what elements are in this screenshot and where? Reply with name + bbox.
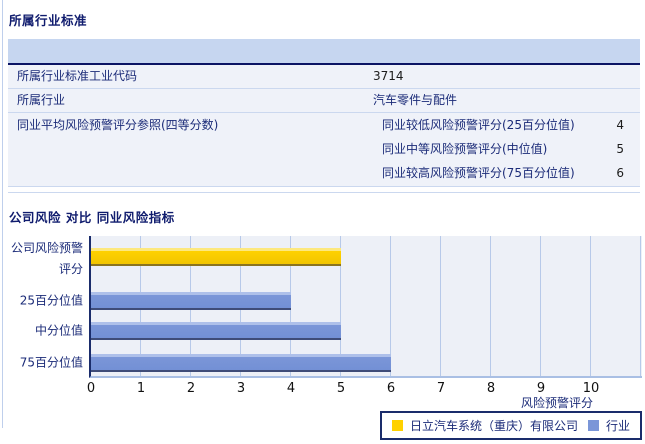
x-tick-label: 7 — [436, 381, 446, 396]
y-axis-label: 75百分位值 — [19, 355, 83, 370]
row-value: 汽车零件与配件 — [373, 93, 458, 107]
legend-item: 日立汽车系统（重庆）有限公司 — [391, 417, 578, 434]
table-row: 所属行业 汽车零件与配件 — [8, 89, 640, 113]
x-tick-label: 3 — [236, 381, 246, 396]
gridline — [590, 236, 591, 376]
peer-score-row: 同业平均风险预警评分参照(四等分数) 同业较低风险预警评分(25百分位值) 4 同业… — [8, 113, 640, 187]
chart-x-axis-label: 风险预警评分 — [520, 396, 593, 410]
industry-standard-table: 所属行业标准工业代码 3714 所属行业 汽车零件与配件 同业平均风险预警评分参照(四… — [8, 39, 640, 193]
x-tick-label: 0 — [86, 381, 96, 396]
chart-legend: 日立汽车系统（重庆）有限公司 行业 — [379, 411, 642, 440]
legend-swatch-icon — [391, 420, 403, 431]
peer-score-value: 4 — [616, 118, 624, 132]
bar-industry — [91, 322, 341, 340]
x-tick-label: 4 — [286, 381, 296, 396]
risk-compare-chart: 公司风险预警评分 25百分位值 中分位值 75百分位值 0 1 2 3 4 5 6 7 8 9 10 风险… — [3, 230, 645, 444]
x-tick-label: 5 — [336, 381, 346, 396]
peer-score-subrows: 同业较低风险预警评分(25百分位值) 4 同业中等风险预警评分(中位值) 5 同业较高风… — [17, 113, 640, 185]
peer-score-label: 同业较高风险预警评分(75百分位值) — [382, 166, 575, 180]
bar-industry — [91, 292, 291, 310]
peer-score-subrow: 同业中等风险预警评分(中位值) 5 — [17, 137, 640, 161]
x-tick-label: 1 — [136, 381, 146, 396]
y-axis-label: 公司风险预警评分 — [10, 241, 83, 276]
peer-score-subrow: 同业较低风险预警评分(25百分位值) 4 — [17, 113, 640, 137]
chart-plot-area — [89, 236, 642, 378]
peer-score-subrow: 同业较高风险预警评分(75百分位值) 6 — [17, 161, 640, 185]
gridline — [640, 236, 641, 376]
table-rows: 所属行业标准工业代码 3714 所属行业 汽车零件与配件 — [8, 65, 640, 113]
peer-score-label: 同业中等风险预警评分(中位值) — [382, 142, 548, 156]
legend-item: 行业 — [587, 417, 630, 434]
y-axis-label: 25百分位值 — [19, 293, 83, 308]
bar-industry — [91, 354, 391, 372]
legend-label: 行业 — [605, 419, 630, 433]
gridline — [540, 236, 541, 376]
row-label: 所属行业 — [17, 93, 66, 107]
row-value: 3714 — [373, 69, 404, 83]
gridline — [440, 236, 441, 376]
risk-compare-section-title: 公司风险 对比 同业风险指标 — [9, 210, 175, 225]
row-label: 所属行业标准工业代码 — [17, 69, 138, 83]
gridline — [490, 236, 491, 376]
legend-swatch-icon — [587, 420, 599, 431]
industry-standard-section-title: 所属行业标准 — [9, 13, 88, 28]
x-tick-label: 6 — [386, 381, 396, 396]
peer-score-label: 同业较低风险预警评分(25百分位值) — [382, 118, 575, 132]
x-tick-label: 2 — [186, 381, 196, 396]
table-header-band — [8, 39, 640, 65]
x-tick-label: 8 — [486, 381, 496, 396]
bar-company — [91, 248, 341, 266]
table-row: 所属行业标准工业代码 3714 — [8, 65, 640, 89]
y-axis-label: 中分位值 — [34, 323, 83, 338]
peer-score-value: 5 — [616, 142, 624, 156]
peer-score-value: 6 — [616, 166, 624, 180]
legend-label: 日立汽车系统（重庆）有限公司 — [409, 419, 578, 433]
report-page: 所属行业标准 所属行业标准工业代码 3714 所属行业 汽车零件与配件 同业平均风险预… — [2, 0, 645, 440]
